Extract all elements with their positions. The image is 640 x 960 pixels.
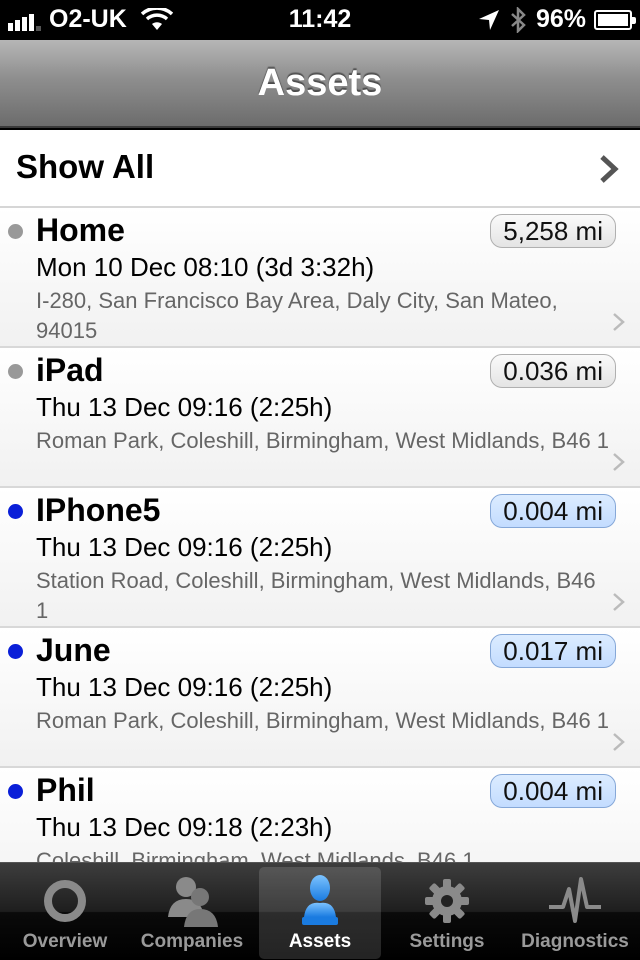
- page-title: Assets: [257, 62, 383, 104]
- tab-bar: Overview Companies Assets Settings Diagn…: [0, 862, 640, 960]
- distance-badge: 0.036 mi: [490, 354, 616, 388]
- status-bar: O2-UK 11:42 96%: [0, 0, 640, 40]
- asset-address: Coleshill, Birmingham, West Midlands, B4…: [36, 848, 475, 862]
- chevron-right-icon: [613, 733, 625, 751]
- tab-companies[interactable]: Companies: [131, 867, 253, 959]
- asset-address: I-280, San Francisco Bay Area, Daly City…: [36, 288, 558, 343]
- people-icon: [168, 877, 218, 927]
- location-arrow-icon: [478, 9, 499, 30]
- distance-badge: 0.004 mi: [490, 494, 616, 528]
- tab-label: Assets: [288, 931, 352, 952]
- show-all-row[interactable]: Show All: [0, 130, 640, 208]
- last-seen-time: Mon 10 Dec 08:10 (3d 3:32h): [36, 252, 375, 282]
- chevron-right-icon: [613, 453, 625, 471]
- bluetooth-icon: [511, 6, 526, 33]
- asset-name: Home: [36, 212, 125, 248]
- chevron-right-icon: [600, 155, 619, 183]
- asset-address: Station Road, Coleshill, Birmingham, Wes…: [36, 568, 596, 623]
- asset-row-home[interactable]: Home 5,258 mi Mon 10 Dec 08:10 (3d 3:32h…: [0, 208, 640, 348]
- chevron-right-icon: [613, 313, 625, 331]
- status-dot-icon: [8, 784, 23, 799]
- asset-row-ipad[interactable]: iPad 0.036 mi Thu 13 Dec 09:16 (2:25h) R…: [0, 348, 640, 488]
- ring-icon: [44, 880, 86, 922]
- asset-name: IPhone5: [36, 492, 161, 528]
- asset-address: Roman Park, Coleshill, Birmingham, West …: [36, 708, 610, 733]
- battery-charging-icon: [594, 9, 636, 30]
- tab-diagnostics[interactable]: Diagnostics: [514, 867, 636, 959]
- tab-label: Overview: [22, 931, 108, 952]
- asset-name: Phil: [36, 772, 95, 808]
- show-all-label: Show All: [16, 148, 155, 185]
- status-dot-icon: [8, 364, 23, 379]
- status-dot-icon: [8, 644, 23, 659]
- tab-label: Companies: [140, 931, 244, 952]
- asset-address: Roman Park, Coleshill, Birmingham, West …: [36, 428, 610, 453]
- tab-assets[interactable]: Assets: [259, 867, 381, 959]
- status-dot-icon: [8, 224, 23, 239]
- asset-name: iPad: [36, 352, 104, 388]
- last-seen-time: Thu 13 Dec 09:16 (2:25h): [36, 532, 333, 562]
- asset-row-phil[interactable]: Phil 0.004 mi Thu 13 Dec 09:18 (2:23h) C…: [0, 768, 640, 862]
- navigation-bar: Assets: [0, 40, 640, 128]
- last-seen-time: Thu 13 Dec 09:16 (2:25h): [36, 392, 333, 422]
- chevron-right-icon: [613, 593, 625, 611]
- distance-badge: 5,258 mi: [490, 214, 616, 248]
- distance-badge: 0.004 mi: [490, 774, 616, 808]
- battery-percent: 96%: [535, 5, 586, 33]
- last-seen-time: Thu 13 Dec 09:16 (2:25h): [36, 672, 333, 702]
- tab-label: Diagnostics: [521, 931, 629, 952]
- tab-label: Settings: [409, 931, 485, 952]
- tab-overview[interactable]: Overview: [4, 867, 126, 959]
- person-icon: [302, 875, 338, 925]
- asset-row-june[interactable]: June 0.017 mi Thu 13 Dec 09:16 (2:25h) R…: [0, 628, 640, 768]
- status-dot-icon: [8, 504, 23, 519]
- pulse-icon: [549, 877, 601, 923]
- assets-list[interactable]: Show All Home 5,258 mi Mon 10 Dec 08:10 …: [0, 130, 640, 862]
- gear-icon: [425, 879, 469, 923]
- asset-name: June: [36, 632, 111, 668]
- last-seen-time: Thu 13 Dec 09:18 (2:23h): [36, 812, 333, 842]
- asset-row-iphone5[interactable]: IPhone5 0.004 mi Thu 13 Dec 09:16 (2:25h…: [0, 488, 640, 628]
- tab-settings[interactable]: Settings: [386, 867, 508, 959]
- distance-badge: 0.017 mi: [490, 634, 616, 668]
